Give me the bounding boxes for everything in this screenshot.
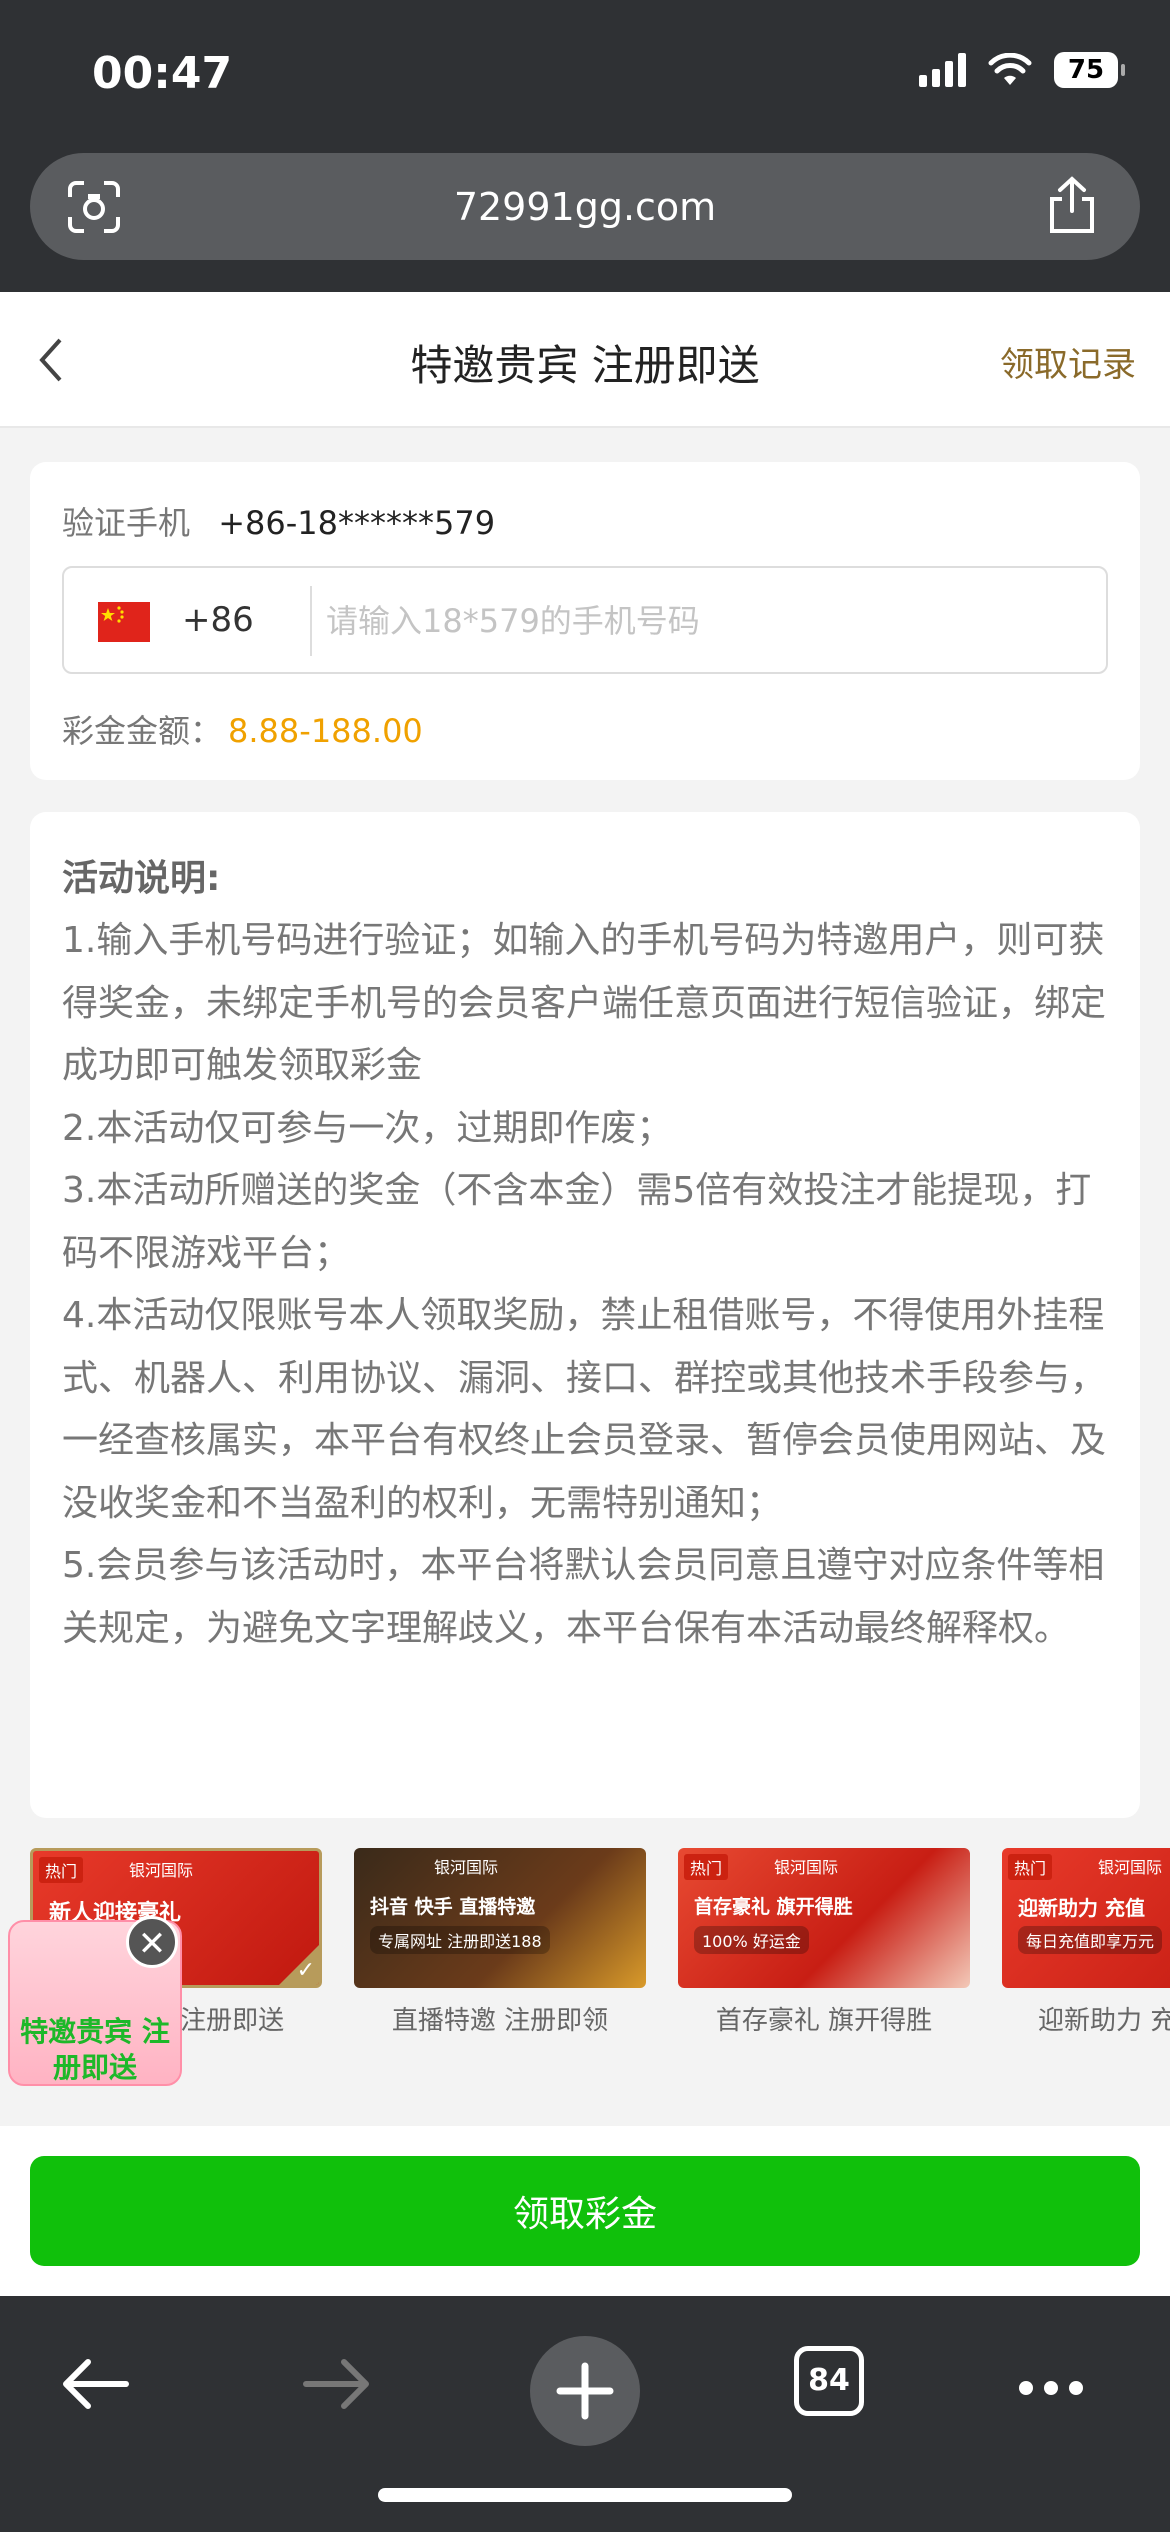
- activity-rule-1: 1.输入手机号码进行验证；如输入的手机号码为特邀用户，则可获得奖金，未绑定手机号…: [62, 920, 1107, 1086]
- activity-description-card: 活动说明: 1.输入手机号码进行验证；如输入的手机号码为特邀用户，则可获得奖金，…: [30, 812, 1140, 1818]
- promo-item[interactable]: 热门 银河国际 迎新助力 充值 每日充值即享万元 迎新助力 充值: [1002, 1848, 1170, 2037]
- hot-badge: 热门: [39, 1857, 84, 1883]
- activity-rule-3: 3.本活动所赠送的奖金（不含本金）需5倍有效投注才能提现，打码不限游戏平台；: [62, 1170, 1092, 1274]
- hot-badge: 热门: [1008, 1854, 1053, 1880]
- country-code-selector[interactable]: +86: [182, 600, 254, 640]
- activity-rule-2: 2.本活动仅可参与一次，过期即作废；: [62, 1107, 673, 1149]
- status-time: 00:47: [92, 48, 233, 99]
- phone-verify-card: 验证手机 +86-18******579 +86 彩金金额：8.88-188.0…: [30, 462, 1140, 780]
- bonus-amount-value: 8.88-188.00: [228, 712, 423, 750]
- plus-icon: [556, 2362, 614, 2420]
- promo-banner[interactable]: 热门 银河国际 首存豪礼 旗开得胜 100% 好运金: [678, 1848, 970, 1988]
- cellular-signal-icon: [919, 53, 966, 87]
- share-icon[interactable]: [1046, 175, 1098, 235]
- claim-record-link[interactable]: 领取记录: [1000, 337, 1136, 386]
- promo-item[interactable]: 银河国际 抖音 快手 直播特邀 专属网址 注册即送188 直播特邀 注册即领: [354, 1848, 646, 2037]
- browser-back-icon[interactable]: [60, 2354, 132, 2414]
- promo-brand: 银河国际: [1098, 1858, 1163, 1877]
- verify-phone-line: 验证手机 +86-18******579: [62, 498, 495, 544]
- promo-banner[interactable]: 热门 银河国际 迎新助力 充值 每日充值即享万元: [1002, 1848, 1170, 1988]
- tabs-count-button[interactable]: 84: [794, 2346, 864, 2416]
- claim-bonus-button[interactable]: 领取彩金: [30, 2156, 1140, 2266]
- promo-headline: 迎新助力 充值: [1018, 1896, 1145, 1920]
- floating-promo-text[interactable]: 特邀贵宾 注册即送: [14, 2014, 176, 2086]
- activity-rule-4: 4.本活动仅限账号本人领取奖励，禁止租借账号，不得使用外挂程式、机器人、利用协议…: [62, 1295, 1107, 1524]
- input-divider: [310, 586, 312, 656]
- page-header: 特邀贵宾 注册即送 领取记录: [0, 292, 1170, 428]
- promo-banner[interactable]: 银河国际 抖音 快手 直播特邀 专属网址 注册即送188: [354, 1848, 646, 1988]
- promo-item[interactable]: 热门 银河国际 首存豪礼 旗开得胜 100% 好运金 首存豪礼 旗开得胜: [678, 1848, 970, 2037]
- promo-subline: 专属网址 注册即送188: [370, 1926, 550, 1954]
- verify-phone-label: 验证手机: [62, 504, 191, 542]
- page-title: 特邀贵宾 注册即送: [410, 341, 760, 390]
- wifi-icon: [988, 53, 1032, 85]
- activity-description-title: 活动说明:: [62, 858, 221, 899]
- promotion-strip[interactable]: 热门 银河国际 新人迎接豪礼 ✓ 特邀贵宾 注册即送 银河国际 抖音 快手 直播…: [30, 1848, 1170, 2038]
- address-bar[interactable]: 72991gg.com: [30, 153, 1140, 260]
- phone-input-group[interactable]: +86: [62, 566, 1108, 674]
- scan-camera-icon[interactable]: [66, 179, 122, 235]
- floating-promo-close-icon[interactable]: ✕: [126, 1916, 178, 1968]
- claim-bar: 领取彩金: [0, 2126, 1170, 2296]
- url-text[interactable]: 72991gg.com: [454, 185, 716, 229]
- verify-phone-value: +86-18******579: [218, 504, 496, 542]
- promo-headline: 抖音 快手 直播特邀: [370, 1896, 536, 1918]
- hot-badge: 热门: [684, 1854, 729, 1880]
- promo-brand: 银河国际: [774, 1858, 839, 1877]
- promo-brand: 银河国际: [129, 1861, 194, 1880]
- promo-headline: 首存豪礼 旗开得胜: [694, 1896, 853, 1918]
- new-tab-button[interactable]: [530, 2336, 640, 2446]
- china-flag-icon[interactable]: [98, 602, 150, 642]
- more-options-icon[interactable]: [1016, 2378, 1086, 2398]
- battery-indicator: 75: [1054, 52, 1125, 88]
- selected-check-icon: ✓: [279, 1945, 319, 1985]
- bonus-amount-label: 彩金金额：: [62, 712, 223, 750]
- browser-top-bar: 00:47 75 72991gg.com: [0, 0, 1170, 292]
- bonus-amount-line: 彩金金额： 8.88-188.00: [62, 706, 423, 752]
- status-icons: 75: [919, 52, 1125, 88]
- promo-caption[interactable]: 迎新助力 充值: [1002, 2000, 1170, 2037]
- promo-caption[interactable]: 首存豪礼 旗开得胜: [678, 2000, 970, 2037]
- browser-forward-icon[interactable]: [300, 2354, 372, 2414]
- promo-subline: 每日充值即享万元: [1018, 1926, 1163, 1954]
- promo-caption[interactable]: 直播特邀 注册即领: [354, 2000, 646, 2037]
- promo-brand: 银河国际: [434, 1858, 499, 1877]
- activity-rule-5: 5.会员参与该活动时，本平台将默认会员同意且遵守对应条件等相关规定，为避免文字理…: [62, 1545, 1105, 1649]
- promo-subline: 100% 好运金: [694, 1926, 809, 1954]
- home-indicator: [378, 2488, 792, 2502]
- phone-number-input[interactable]: [326, 588, 1086, 654]
